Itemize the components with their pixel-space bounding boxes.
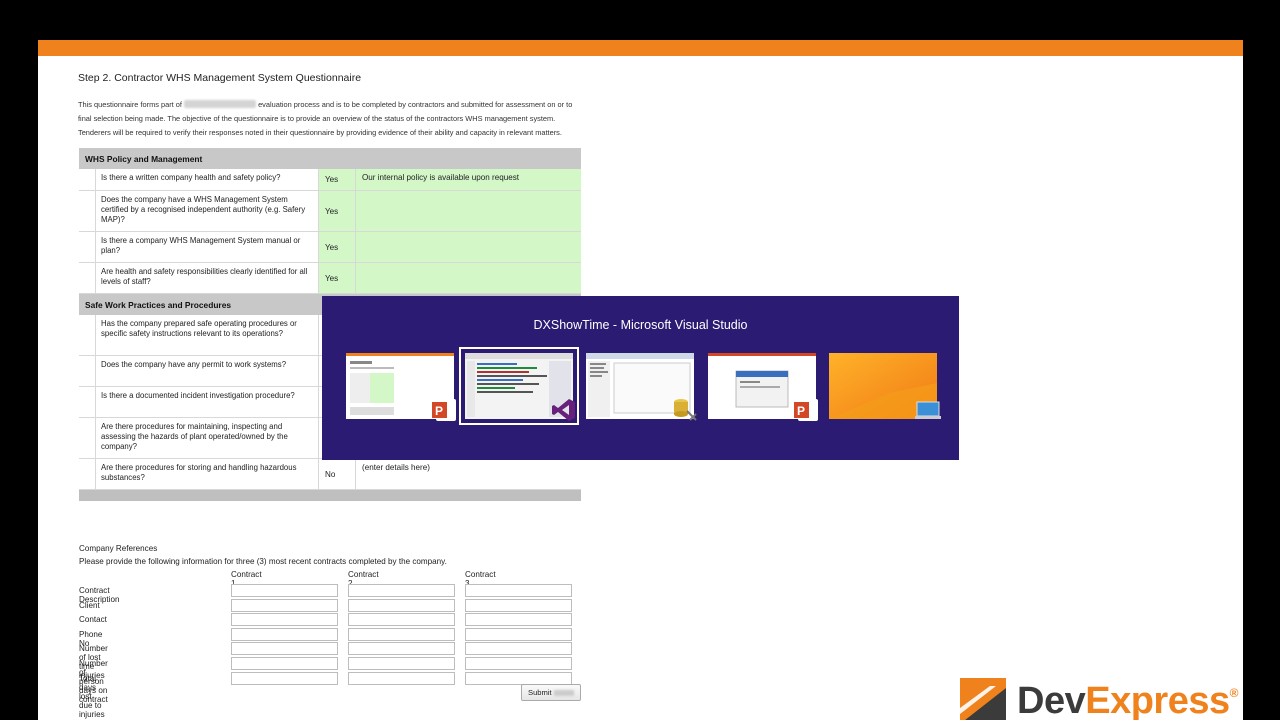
question-text: Are there procedures for storing and han… — [96, 459, 319, 489]
reference-input[interactable] — [231, 613, 338, 627]
reference-input[interactable] — [348, 657, 455, 670]
section-footer-bar — [79, 490, 581, 501]
reference-input[interactable] — [465, 671, 572, 685]
question-row: Are there procedures for storing and han… — [79, 459, 581, 490]
row-gutter — [79, 169, 96, 190]
answer-cell[interactable]: Yes — [319, 191, 356, 231]
orange-header-bar — [38, 40, 1243, 56]
database-tools-icon — [674, 399, 697, 421]
reference-input[interactable] — [231, 627, 338, 641]
devexpress-wordmark: DevExpress® — [1017, 680, 1238, 720]
top-black-bar — [0, 0, 1280, 40]
question-text: Is there a documented incident investiga… — [96, 387, 319, 417]
answer-cell[interactable]: Yes — [319, 232, 356, 262]
reference-input[interactable] — [465, 642, 572, 656]
reference-input[interactable] — [348, 627, 455, 641]
reference-input[interactable] — [348, 613, 455, 627]
intro-text-start: This questionnaire forms part of — [78, 100, 182, 109]
comment-cell[interactable]: (enter details here) — [356, 459, 581, 489]
question-text: Is there a written company health and sa… — [96, 169, 319, 190]
comment-cell[interactable]: Our internal policy is available upon re… — [356, 169, 581, 190]
comment-cell[interactable] — [356, 232, 581, 262]
powerpoint-icon: P — [432, 399, 456, 421]
reference-input[interactable] — [348, 642, 455, 656]
question-row: Is there a company WHS Management System… — [79, 232, 581, 263]
row-gutter — [79, 191, 96, 231]
row-gutter — [79, 418, 96, 458]
powerpoint-icon: P — [794, 399, 818, 421]
reference-row-label: Total days lost due to injuries — [79, 673, 105, 719]
desktop-icon — [915, 401, 941, 419]
reference-input[interactable] — [465, 613, 572, 627]
question-text: Are health and safety responsibilities c… — [96, 263, 319, 293]
reference-input[interactable] — [231, 657, 338, 670]
blurred-company-name — [184, 100, 256, 108]
reference-row-label: Contact — [79, 615, 107, 625]
reference-input[interactable] — [348, 671, 455, 685]
answer-cell[interactable]: Yes — [319, 169, 356, 190]
window-thumb-powerpoint-2[interactable]: P — [708, 353, 818, 421]
submit-button[interactable]: Submit — [521, 684, 581, 701]
window-switcher: DXShowTime - Microsoft Visual Studio P P — [322, 296, 959, 460]
reference-input[interactable] — [465, 657, 572, 670]
question-row: Is there a written company health and sa… — [79, 169, 581, 191]
row-gutter — [79, 315, 96, 355]
window-thumb-desktop[interactable] — [829, 353, 941, 419]
page-title: Step 2. Contractor WHS Management System… — [78, 72, 362, 84]
references-title: Company References — [79, 544, 158, 553]
section-heading: WHS Policy and Management — [79, 148, 581, 169]
svg-text:P: P — [435, 404, 443, 418]
row-gutter — [79, 232, 96, 262]
comment-cell[interactable] — [356, 263, 581, 293]
references-instruction: Please provide the following information… — [79, 557, 447, 566]
reference-input[interactable] — [231, 584, 338, 597]
answer-cell[interactable]: Yes — [319, 263, 356, 293]
row-gutter — [79, 459, 96, 489]
question-text: Does the company have a WHS Management S… — [96, 191, 319, 231]
window-thumb-powerpoint-1[interactable]: P — [346, 353, 456, 421]
question-row: Does the company have a WHS Management S… — [79, 191, 581, 232]
question-text: Are there procedures for maintaining, in… — [96, 418, 319, 458]
row-gutter — [79, 387, 96, 417]
reference-input[interactable] — [465, 598, 572, 612]
blurred-submit-suffix — [553, 690, 574, 696]
reference-input[interactable] — [231, 642, 338, 656]
row-gutter — [79, 356, 96, 386]
reference-input[interactable] — [231, 598, 338, 612]
submit-label: Submit — [528, 688, 552, 697]
row-gutter — [79, 263, 96, 293]
question-text: Is there a company WHS Management System… — [96, 232, 319, 262]
question-text: Does the company have any permit to work… — [96, 356, 319, 386]
reference-input[interactable] — [465, 627, 572, 641]
reference-input[interactable] — [348, 598, 455, 612]
window-thumb-database-tool[interactable] — [586, 353, 697, 421]
visual-studio-icon — [552, 399, 575, 421]
brand-registered: ® — [1229, 686, 1239, 700]
reference-input[interactable] — [465, 584, 572, 597]
switcher-title: DXShowTime - Microsoft Visual Studio — [533, 318, 748, 332]
reference-row-label: Client — [79, 600, 100, 610]
company-references: Company References Please provide the fo… — [79, 544, 447, 570]
question-row: Are health and safety responsibilities c… — [79, 263, 581, 294]
answer-cell[interactable]: No — [319, 459, 356, 489]
devexpress-mark-icon — [960, 678, 1006, 720]
question-text: Has the company prepared safe operating … — [96, 315, 319, 355]
brand-dev: Dev — [1017, 680, 1086, 720]
reference-input[interactable] — [348, 584, 455, 597]
devexpress-logo: DevExpress® — [960, 676, 1250, 720]
reference-input[interactable] — [231, 671, 338, 685]
svg-text:P: P — [797, 404, 805, 418]
brand-express: Express — [1085, 680, 1230, 720]
intro-paragraph: This questionnaire forms part of evaluat… — [78, 98, 583, 140]
window-thumb-visual-studio[interactable] — [459, 347, 579, 425]
comment-cell[interactable] — [356, 191, 581, 231]
